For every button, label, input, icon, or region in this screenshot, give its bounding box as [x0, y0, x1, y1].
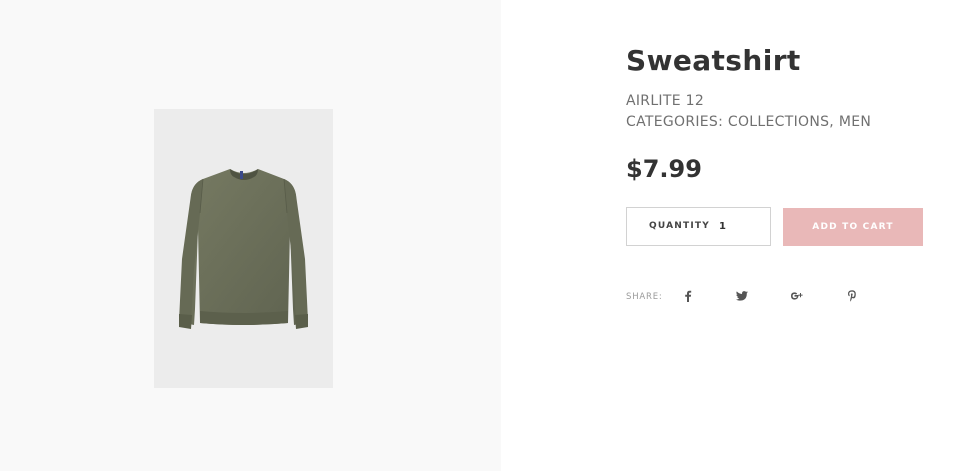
product-image[interactable] [154, 109, 333, 388]
product-gallery [0, 0, 501, 471]
product-categories: CATEGORIES: COLLECTIONS, MEN [626, 114, 871, 130]
categories-label: CATEGORIES: [626, 114, 724, 130]
product-title: Sweatshirt [626, 44, 801, 77]
pinterest-icon[interactable] [844, 288, 860, 304]
google-plus-icon[interactable] [789, 288, 805, 304]
twitter-icon[interactable] [734, 288, 750, 304]
product-brand: AIRLITE 12 [626, 93, 705, 109]
product-page: Sweatshirt AIRLITE 12 CATEGORIES: COLLEC… [0, 0, 980, 471]
category-link-men[interactable]: MEN [839, 114, 871, 130]
product-price: $7.99 [626, 155, 702, 183]
sweatshirt-image [179, 169, 308, 329]
share-label: SHARE: [626, 292, 663, 302]
add-to-cart-button[interactable]: ADD TO CART [783, 208, 923, 246]
category-link-collections[interactable]: COLLECTIONS [728, 114, 829, 130]
quantity-label: QUANTITY [649, 221, 710, 231]
quantity-input[interactable] [713, 217, 759, 235]
category-separator: , [829, 114, 839, 130]
quantity-field: QUANTITY [626, 207, 771, 246]
facebook-icon[interactable] [680, 288, 696, 304]
